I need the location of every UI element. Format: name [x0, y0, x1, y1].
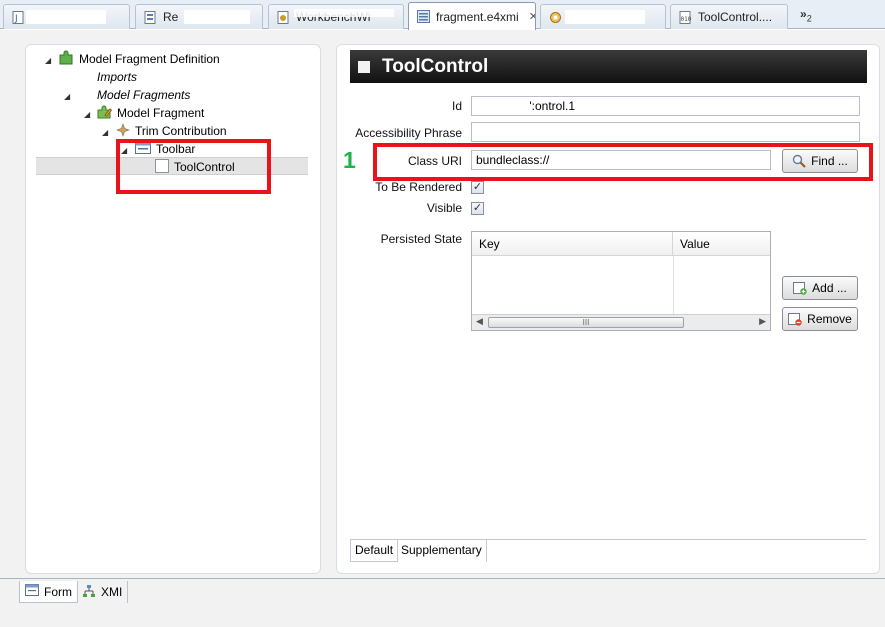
- tree-item-label: Model Fragments: [97, 88, 191, 102]
- persisted-state-table[interactable]: Key Value ◀ III ▶: [471, 231, 771, 331]
- tab-fragment-e4xmi[interactable]: fragment.e4xmi ✕: [408, 2, 536, 30]
- tab-xmi[interactable]: XMI: [77, 581, 129, 603]
- tree-item-imports[interactable]: Imports: [97, 68, 137, 86]
- editor-page-tabs: Form XMI: [0, 578, 885, 627]
- tab-label: XMI: [101, 585, 123, 599]
- tree-structure-icon: [82, 584, 96, 601]
- tree-item-label: Trim Contribution: [135, 124, 227, 138]
- tab-label: ToolControl....: [698, 10, 773, 24]
- remove-button-label: Remove: [807, 312, 852, 326]
- plugin-icon: [549, 11, 562, 24]
- tab-toolcontrol-class[interactable]: 010 ToolControl....: [670, 4, 788, 29]
- scrollbar-grip: III: [582, 318, 590, 327]
- to-be-rendered-label: To Be Rendered: [375, 180, 462, 194]
- accessibility-phrase-label: Accessibility Phrase: [355, 126, 462, 140]
- remove-icon: [788, 312, 802, 326]
- collapse-arrow-icon[interactable]: ◢: [102, 128, 108, 137]
- annotation-box-tree: [116, 139, 271, 194]
- scrollbar-thumb[interactable]: III: [488, 317, 684, 328]
- tab-overflow-count: 2: [806, 13, 812, 24]
- e4xmi-file-icon: [417, 10, 430, 23]
- scroll-right-arrow-icon[interactable]: ▶: [759, 316, 766, 327]
- tab-form[interactable]: Form: [19, 581, 78, 603]
- redacted-text: [26, 10, 106, 24]
- redacted-text: [565, 10, 645, 24]
- redacted-text: [294, 9, 394, 17]
- collapse-arrow-icon[interactable]: ◢: [84, 110, 90, 119]
- tab-overflow-button[interactable]: »2: [800, 7, 812, 23]
- to-be-rendered-checkbox[interactable]: ✓: [471, 181, 484, 194]
- tree-item-model-fragment-definition[interactable]: Model Fragment Definition: [58, 50, 220, 68]
- column-divider: [673, 256, 674, 315]
- svg-text:J: J: [14, 14, 18, 24]
- add-button-label: Add ...: [812, 281, 847, 295]
- form-icon: [25, 584, 39, 599]
- persisted-state-label: Persisted State: [380, 232, 462, 246]
- id-label: Id: [451, 99, 462, 113]
- annotation-box-class-uri: [373, 143, 873, 181]
- redacted-text: [184, 10, 250, 24]
- xml-file-icon: [277, 10, 290, 24]
- class-file-icon: [144, 10, 157, 24]
- editor-tab-strip: J Re WorkbenchWi fragment.e4xmi ✕ 0: [0, 0, 885, 30]
- tab-workbench-window[interactable]: WorkbenchWi: [268, 4, 404, 29]
- tree-item-model-fragments[interactable]: Model Fragments: [97, 86, 190, 104]
- puzzle-pencil-icon: [96, 104, 113, 123]
- accessibility-phrase-field[interactable]: [471, 122, 860, 142]
- table-header: Key Value: [472, 232, 770, 256]
- column-header-key[interactable]: Key: [472, 232, 673, 256]
- column-header-value[interactable]: Value: [673, 232, 770, 256]
- tab-label: Form: [44, 584, 72, 599]
- java-file-icon: J: [12, 10, 25, 24]
- tab-default[interactable]: Default: [350, 540, 399, 562]
- id-field[interactable]: [471, 96, 860, 116]
- scroll-left-arrow-icon[interactable]: ◀: [476, 316, 483, 327]
- tab-label: Re: [163, 10, 179, 24]
- collapse-arrow-icon[interactable]: ◢: [64, 92, 70, 101]
- tab-java-file[interactable]: J: [3, 4, 130, 29]
- tab-label: fragment.e4xmi: [436, 9, 519, 24]
- add-icon: [793, 281, 807, 295]
- element-square-icon: [358, 60, 370, 73]
- tab-class-file[interactable]: Re: [135, 4, 263, 29]
- close-icon[interactable]: ✕: [529, 10, 535, 23]
- trim-contribution-icon: [116, 122, 130, 140]
- detail-header: ToolControl: [350, 50, 867, 83]
- annotation-number: 1: [343, 147, 356, 173]
- tree-item-label: Model Fragment Definition: [79, 52, 220, 66]
- detail-title: ToolControl: [382, 55, 489, 77]
- visible-label: Visible: [426, 201, 462, 215]
- collapse-arrow-icon[interactable]: ◢: [45, 56, 51, 65]
- tab-supplementary[interactable]: Supplementary: [397, 540, 487, 562]
- horizontal-scrollbar[interactable]: ◀ III ▶: [472, 314, 770, 330]
- svg-text:010: 010: [681, 16, 692, 23]
- tree-item-trim-contribution[interactable]: Trim Contribution: [116, 122, 227, 140]
- add-button[interactable]: Add ...: [782, 276, 858, 300]
- binary-class-file-icon: 010: [679, 10, 692, 24]
- tree-item-model-fragment[interactable]: Model Fragment: [96, 104, 204, 122]
- tree-item-label: Imports: [97, 70, 138, 84]
- chevron-double-right-icon: »: [800, 7, 807, 21]
- remove-button[interactable]: Remove: [782, 307, 858, 331]
- visible-checkbox[interactable]: ✓: [471, 202, 484, 215]
- tab-plugin[interactable]: [540, 4, 666, 29]
- puzzle-piece-icon: [58, 50, 74, 69]
- tree-item-label: Model Fragment: [117, 106, 205, 120]
